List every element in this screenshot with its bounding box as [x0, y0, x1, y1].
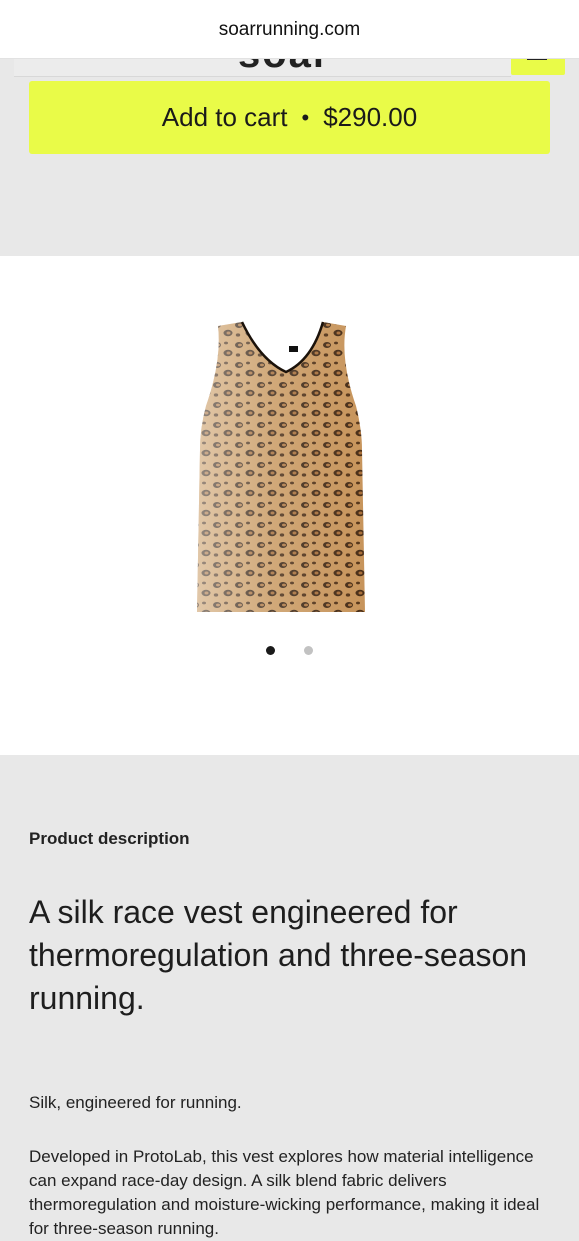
menu-button[interactable]: [511, 58, 565, 75]
product-image: [197, 321, 365, 612]
browser-url-bar[interactable]: soarrunning.com: [0, 0, 579, 59]
description-paragraph-1: Silk, engineered for running.: [29, 1093, 242, 1112]
carousel-dot-1[interactable]: [266, 646, 275, 655]
description-title: A silk race vest engineered for thermore…: [29, 894, 528, 1016]
url-text: soarrunning.com: [218, 19, 361, 40]
add-to-cart-label: Add to cart: [161, 102, 288, 132]
description-paragraph-2: Developed in ProtoLab, this vest explore…: [29, 1147, 540, 1238]
carousel-dots: [266, 646, 326, 656]
site-logo[interactable]: soar: [238, 58, 331, 76]
price-separator: •: [301, 104, 310, 130]
description-heading: Product description: [29, 829, 190, 848]
product-gallery[interactable]: [0, 256, 579, 755]
price: $290.00: [323, 102, 418, 132]
carousel-dot-2[interactable]: [304, 646, 313, 655]
site-header: soar: [14, 58, 511, 77]
add-to-cart-button[interactable]: Add to cart • $290.00: [29, 81, 550, 154]
